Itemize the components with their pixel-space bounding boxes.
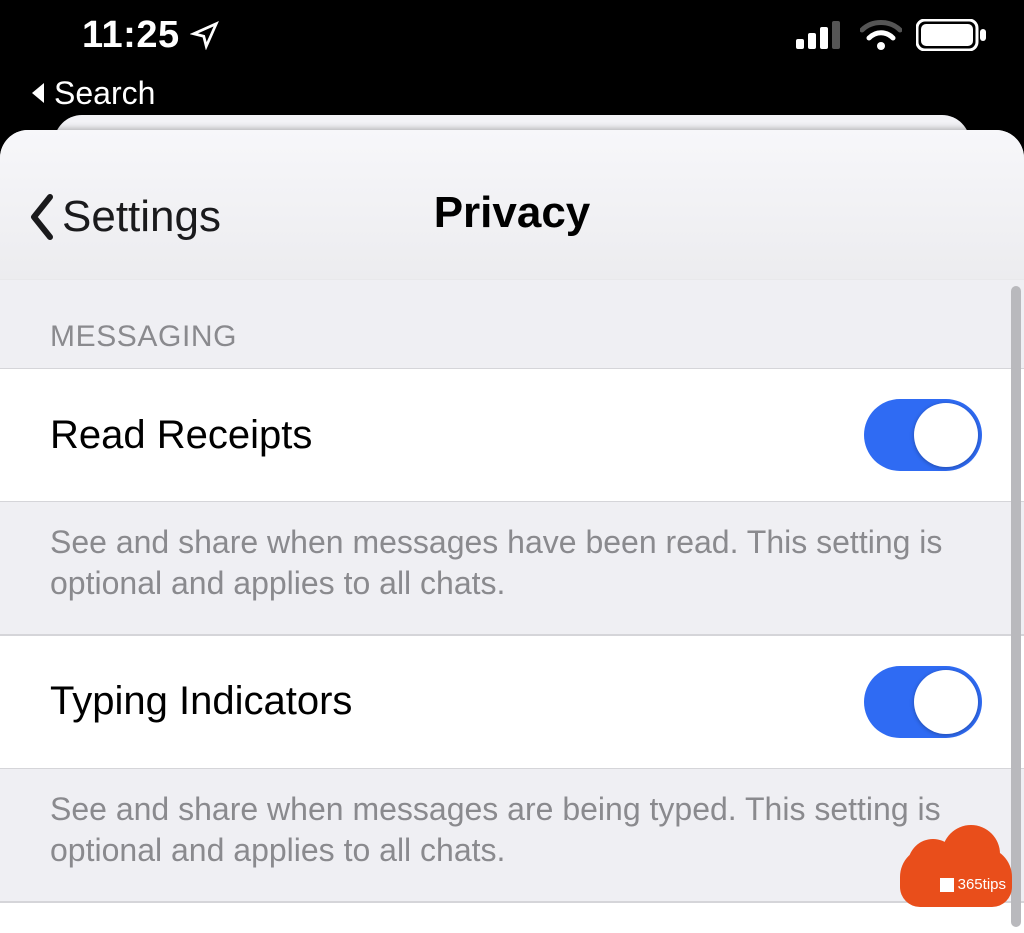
cellular-signal-icon	[796, 21, 846, 49]
row-footer-typing-indicators: See and share when messages are being ty…	[0, 769, 1024, 902]
row-footer-read-receipts: See and share when messages have been re…	[0, 502, 1024, 635]
status-time: 11:25	[82, 14, 180, 57]
back-triangle-icon	[28, 81, 48, 105]
return-to-search[interactable]: Search	[0, 70, 1024, 116]
return-search-label: Search	[54, 75, 155, 112]
row-label-read-receipts: Read Receipts	[50, 413, 312, 458]
status-right	[796, 19, 988, 51]
status-bar: 11:25	[0, 0, 1024, 70]
toggle-typing-indicators[interactable]	[864, 666, 982, 738]
section-header-messaging: MESSAGING	[0, 280, 1024, 368]
device-viewport: 11:25	[0, 0, 1024, 933]
navigation-bar: Settings Privacy	[0, 130, 1024, 280]
status-left: 11:25	[82, 14, 220, 57]
toggle-knob	[914, 670, 978, 734]
battery-icon	[916, 19, 988, 51]
row-link-previews: Generate Link Previews	[0, 902, 1024, 933]
settings-sheet: Settings Privacy MESSAGING Read Receipts…	[0, 130, 1024, 933]
toggle-read-receipts[interactable]	[864, 399, 982, 471]
row-typing-indicators: Typing Indicators	[0, 635, 1024, 769]
scrollbar[interactable]	[1011, 286, 1021, 927]
settings-content[interactable]: MESSAGING Read Receipts See and share wh…	[0, 280, 1024, 933]
row-read-receipts: Read Receipts	[0, 368, 1024, 502]
toggle-knob	[914, 403, 978, 467]
row-label-typing-indicators: Typing Indicators	[50, 679, 352, 724]
page-title: Privacy	[0, 188, 1024, 238]
wifi-icon	[860, 20, 902, 50]
location-arrow-icon	[190, 20, 220, 50]
